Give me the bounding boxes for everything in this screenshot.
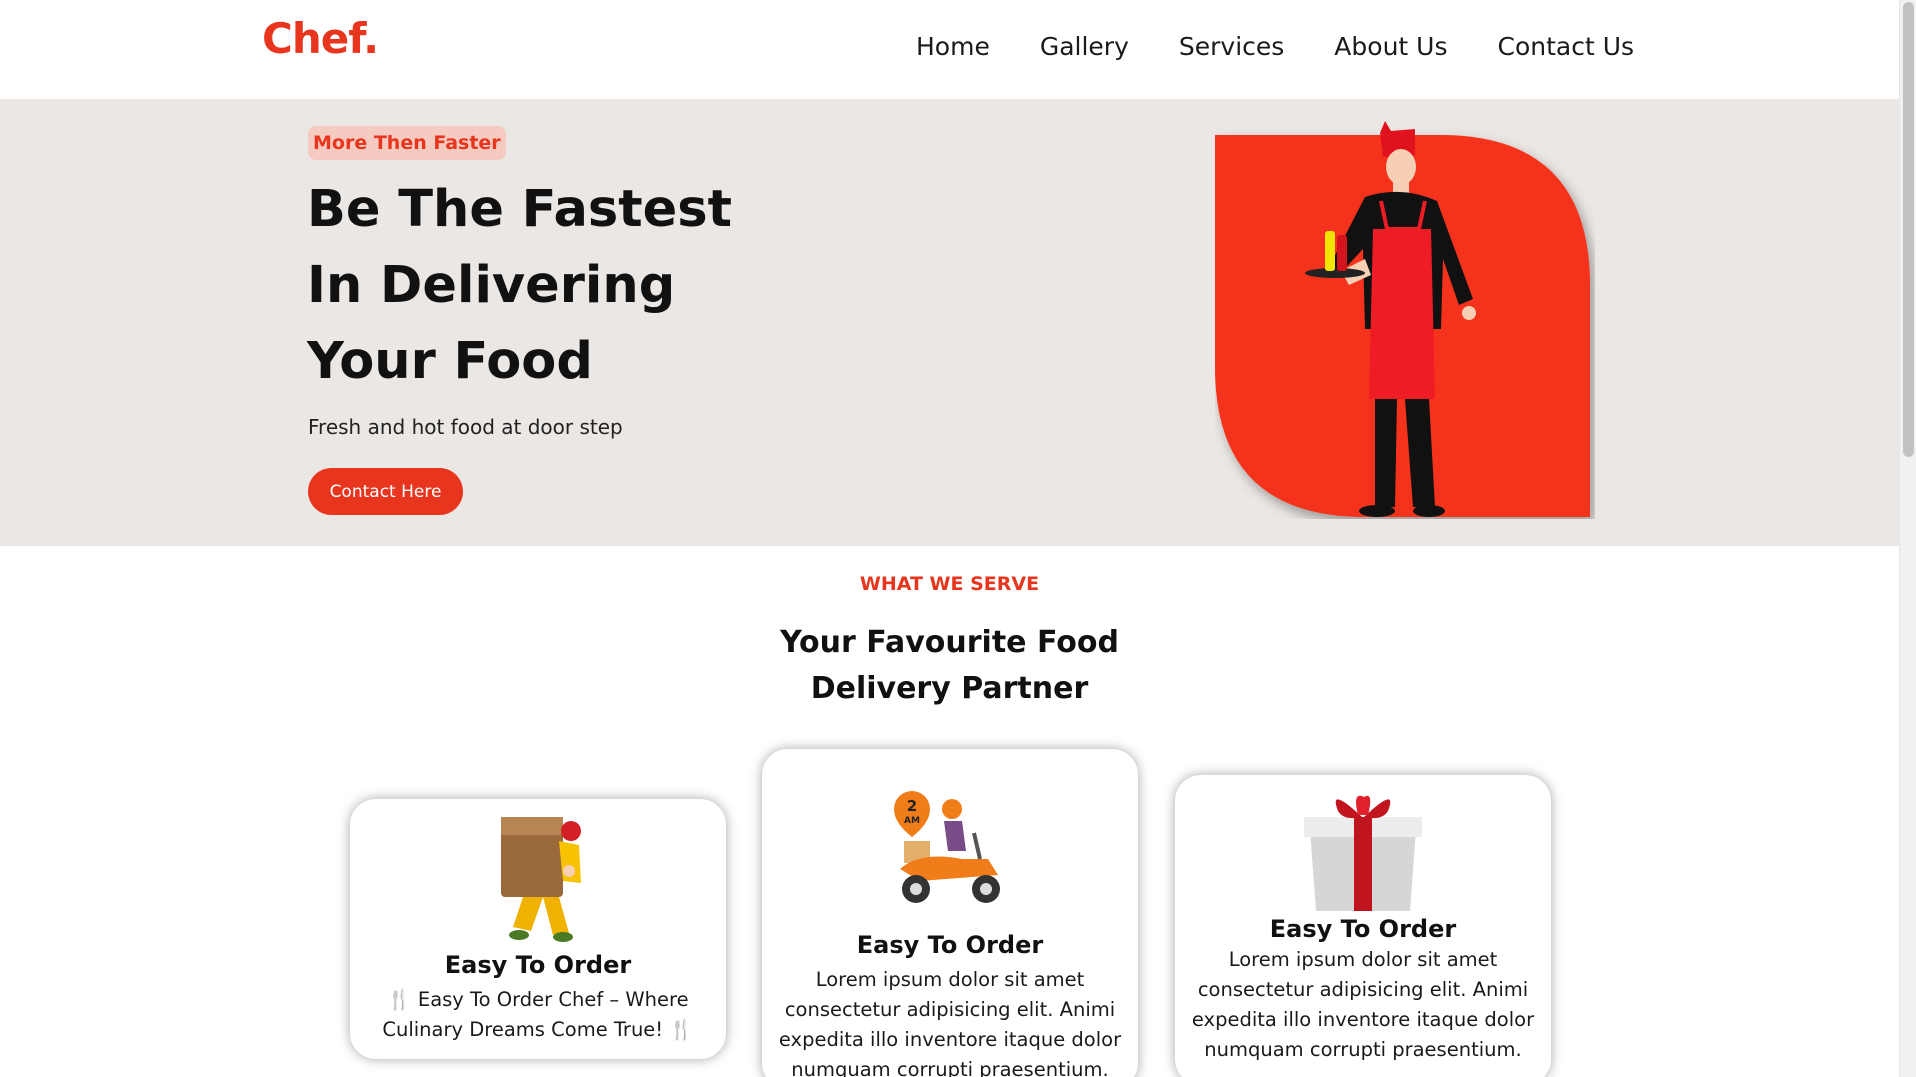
card-text: 🍴 Easy To Order Chef – Where Culinary Dr… (382, 988, 694, 1041)
site-header: Chef. Home Gallery Services About Us Con… (0, 0, 1899, 99)
hero-section: More Then Faster Be The Fastest In Deliv… (0, 99, 1899, 546)
svg-text:AM: AM (904, 816, 920, 826)
page: Chef. Home Gallery Services About Us Con… (0, 0, 1899, 1077)
section-title-line: Your Favourite Food (780, 625, 1119, 660)
hero-title: Be The Fastest In Delivering Your Food (307, 172, 867, 400)
scooter-delivery-icon: 2 AM (894, 791, 1000, 903)
service-card: Easy To Order Lorem ipsum dolor sit amet… (1175, 775, 1551, 1077)
gift-box-icon (1304, 795, 1422, 911)
hero-title-line: Your Food (307, 332, 593, 391)
nav-contact-us[interactable]: Contact Us (1497, 32, 1634, 61)
svg-text:2: 2 (907, 797, 917, 815)
card-text: Lorem ipsum dolor sit amet consectetur a… (778, 968, 1122, 1077)
card-title: Easy To Order (444, 951, 632, 979)
delivery-man-carrying-box-icon (501, 817, 581, 942)
nav-about-us[interactable]: About Us (1334, 32, 1447, 61)
hero-subtitle: Fresh and hot food at door step (308, 415, 623, 439)
section-kicker: WHAT WE SERVE (859, 573, 1040, 595)
card-title: Easy To Order (856, 931, 1044, 959)
nav-gallery[interactable]: Gallery (1040, 32, 1129, 61)
logo[interactable]: Chef. (262, 14, 379, 63)
service-card: 2 AM Easy To Order Lorem ipsum dolor sit… (762, 749, 1138, 1077)
hero-title-line: Be The Fastest (307, 180, 732, 239)
nav-services[interactable]: Services (1179, 32, 1284, 61)
scrollbar-thumb[interactable] (1903, 2, 1914, 457)
section-title-line: Delivery Partner (810, 671, 1089, 706)
chef-waiter-illustration (1215, 121, 1590, 517)
card-title: Easy To Order (1269, 915, 1457, 943)
service-card: Easy To Order 🍴 Easy To Order Chef – Whe… (350, 799, 726, 1059)
main-nav: Home Gallery Services About Us Contact U… (916, 32, 1634, 61)
section-title: Your Favourite Food Delivery Partner (0, 620, 1899, 712)
contact-here-button[interactable]: Contact Here (308, 468, 463, 515)
hero-title-line: In Delivering (307, 256, 676, 315)
vertical-scrollbar[interactable] (1899, 0, 1916, 1077)
hero-badge: More Then Faster (308, 126, 506, 160)
nav-home[interactable]: Home (916, 32, 990, 61)
card-text: Lorem ipsum dolor sit amet consectetur a… (1191, 948, 1535, 1061)
